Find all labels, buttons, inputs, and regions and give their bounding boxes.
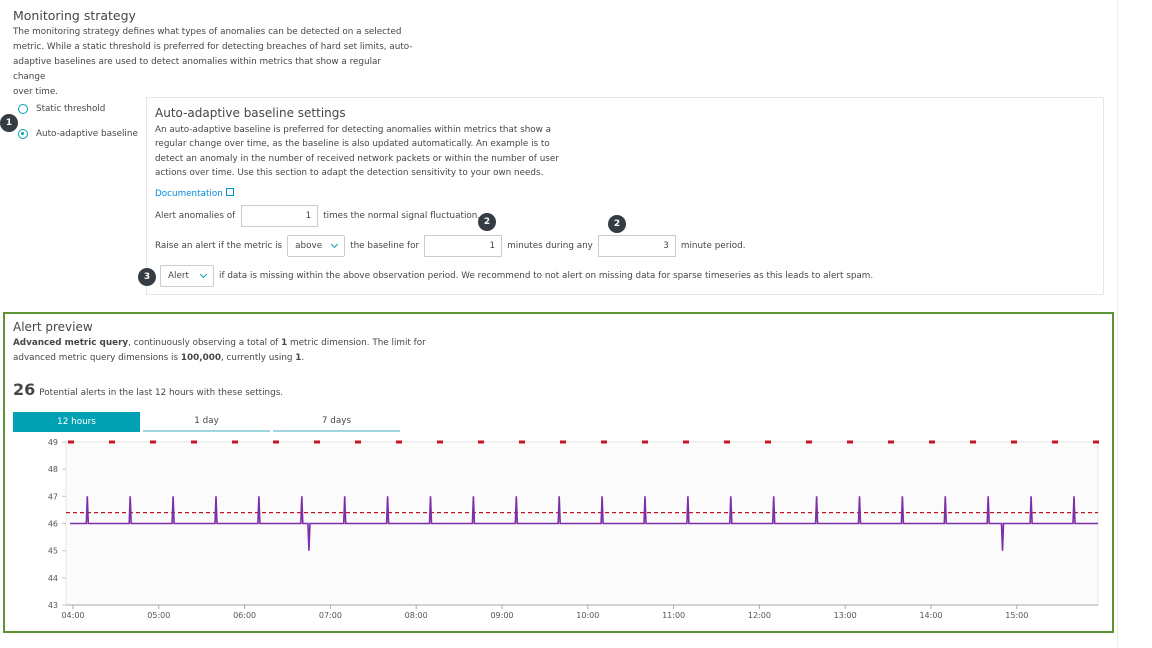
text: , continuously observing a total of bbox=[128, 338, 282, 348]
y-tick-label: 48 bbox=[48, 465, 58, 474]
action-value: Alert bbox=[168, 271, 189, 281]
option-static-threshold[interactable]: Static threshold bbox=[18, 101, 105, 117]
direction-dropdown[interactable]: above bbox=[287, 235, 346, 257]
option-label: Static threshold bbox=[36, 104, 106, 114]
documentation-link-text[interactable]: Documentation bbox=[155, 189, 223, 199]
radio-unchecked-icon[interactable] bbox=[18, 104, 28, 114]
monitoring-description: The monitoring strategy defines what typ… bbox=[13, 25, 413, 100]
raise-alert-row: Raise an alert if the metric is above th… bbox=[155, 235, 746, 257]
settings-title: Auto-adaptive baseline settings bbox=[155, 106, 346, 120]
x-tick-label: 15:00 bbox=[1005, 611, 1028, 620]
external-link-icon bbox=[225, 188, 234, 196]
y-tick-label: 44 bbox=[48, 574, 58, 583]
preview-title: Alert preview bbox=[13, 320, 93, 334]
option-label: Auto-adaptive baseline bbox=[36, 129, 138, 139]
x-tick-label: 05:00 bbox=[147, 611, 170, 620]
radio-checked-icon[interactable] bbox=[18, 129, 28, 139]
page-divider bbox=[1117, 0, 1118, 648]
x-tick-label: 08:00 bbox=[405, 611, 428, 620]
missing-data-row: Alert if data is missing within the abov… bbox=[160, 265, 873, 287]
step-marker-2: 2 bbox=[478, 213, 496, 231]
settings-desc-line: detect an anomaly in the number of recei… bbox=[155, 153, 559, 164]
alert-count-text: Potential alerts in the last 12 hours wi… bbox=[39, 388, 284, 398]
settings-description: An auto-adaptive baseline is preferred f… bbox=[155, 123, 575, 180]
sensitivity-input[interactable]: 1 bbox=[241, 205, 319, 227]
x-tick-label: 12:00 bbox=[748, 611, 771, 620]
y-tick-label: 47 bbox=[48, 492, 58, 501]
monitoring-desc-line: metric. While a static threshold is pref… bbox=[13, 42, 413, 52]
option-auto-adaptive[interactable]: Auto-adaptive baseline bbox=[18, 126, 138, 142]
y-tick-label: 49 bbox=[48, 438, 58, 447]
row2-prefix: Raise an alert if the metric is bbox=[155, 241, 283, 251]
settings-desc-line: actions over time. Use this section to a… bbox=[155, 167, 544, 178]
y-tick-label: 45 bbox=[48, 547, 58, 556]
x-tick-label: 14:00 bbox=[919, 611, 942, 620]
documentation-link[interactable]: Documentation bbox=[155, 181, 234, 200]
dimension-limit: 100,000 bbox=[180, 353, 221, 363]
alert-count: 26 bbox=[13, 380, 36, 399]
x-tick-label: 09:00 bbox=[490, 611, 513, 620]
period-input[interactable]: 3 bbox=[597, 235, 676, 257]
x-tick-label: 07:00 bbox=[319, 611, 342, 620]
alert-preview-chart: 43 44 45 46 47 48 49 04:00 05:00 06:00 07:00 08:00 0… bbox=[48, 438, 1099, 620]
step-marker-1: 1 bbox=[0, 114, 18, 132]
x-tick-label: 10:00 bbox=[576, 611, 599, 620]
preview-desc-line-2: advanced metric query dimensions is 100,… bbox=[13, 351, 433, 366]
alert-anomalies-row: Alert anomalies of 1 times the normal si… bbox=[155, 205, 480, 227]
text: metric dimension. The limit for bbox=[287, 338, 426, 348]
row2-suffix: minute period. bbox=[680, 241, 746, 251]
alert-count-summary: 26 Potential alerts in the last 12 hours… bbox=[13, 380, 283, 399]
row2-mid: the baseline for bbox=[350, 241, 420, 251]
text: , currently using bbox=[220, 353, 296, 363]
tab-1-day[interactable]: 1 day bbox=[143, 412, 270, 432]
y-tick-label: 46 bbox=[48, 520, 58, 529]
monitoring-desc-line: The monitoring strategy defines what typ… bbox=[13, 27, 402, 37]
step-marker-3: 3 bbox=[138, 268, 156, 286]
row3-text: if data is missing within the above obse… bbox=[219, 271, 874, 281]
row1-prefix: Alert anomalies of bbox=[155, 211, 236, 221]
step-marker-2b: 2 bbox=[608, 215, 626, 233]
chevron-down-icon bbox=[331, 240, 339, 249]
direction-value: above bbox=[295, 241, 323, 251]
x-tick-label: 06:00 bbox=[233, 611, 256, 620]
tab-12-hours[interactable]: 12 hours bbox=[13, 412, 140, 432]
minutes-input[interactable]: 1 bbox=[424, 235, 503, 257]
x-tick-label: 04:00 bbox=[61, 611, 84, 620]
row1-suffix: times the normal signal fluctuation. bbox=[323, 211, 481, 221]
missing-data-action-dropdown[interactable]: Alert bbox=[160, 265, 214, 287]
row2-mid2: minutes during any bbox=[507, 241, 593, 251]
monitoring-title: Monitoring strategy bbox=[13, 8, 136, 23]
text: . bbox=[301, 353, 305, 363]
settings-desc-line: An auto-adaptive baseline is preferred f… bbox=[155, 125, 552, 135]
text: advanced metric query dimensions is bbox=[13, 353, 181, 363]
settings-desc-line: regular change over time, as the baselin… bbox=[155, 139, 550, 150]
chevron-down-icon bbox=[199, 270, 208, 279]
preview-desc-line-1: Advanced metric query, continuously obse… bbox=[13, 336, 433, 351]
metric-query-label: Advanced metric query bbox=[13, 338, 129, 348]
y-tick-label: 43 bbox=[48, 601, 58, 610]
monitoring-desc-line: adaptive baselines are used to detect an… bbox=[13, 57, 382, 82]
preview-description: Advanced metric query, continuously obse… bbox=[13, 336, 433, 366]
tab-7-days[interactable]: 7 days bbox=[273, 412, 400, 432]
x-tick-label: 13:00 bbox=[834, 611, 857, 620]
x-tick-label: 11:00 bbox=[662, 611, 685, 620]
